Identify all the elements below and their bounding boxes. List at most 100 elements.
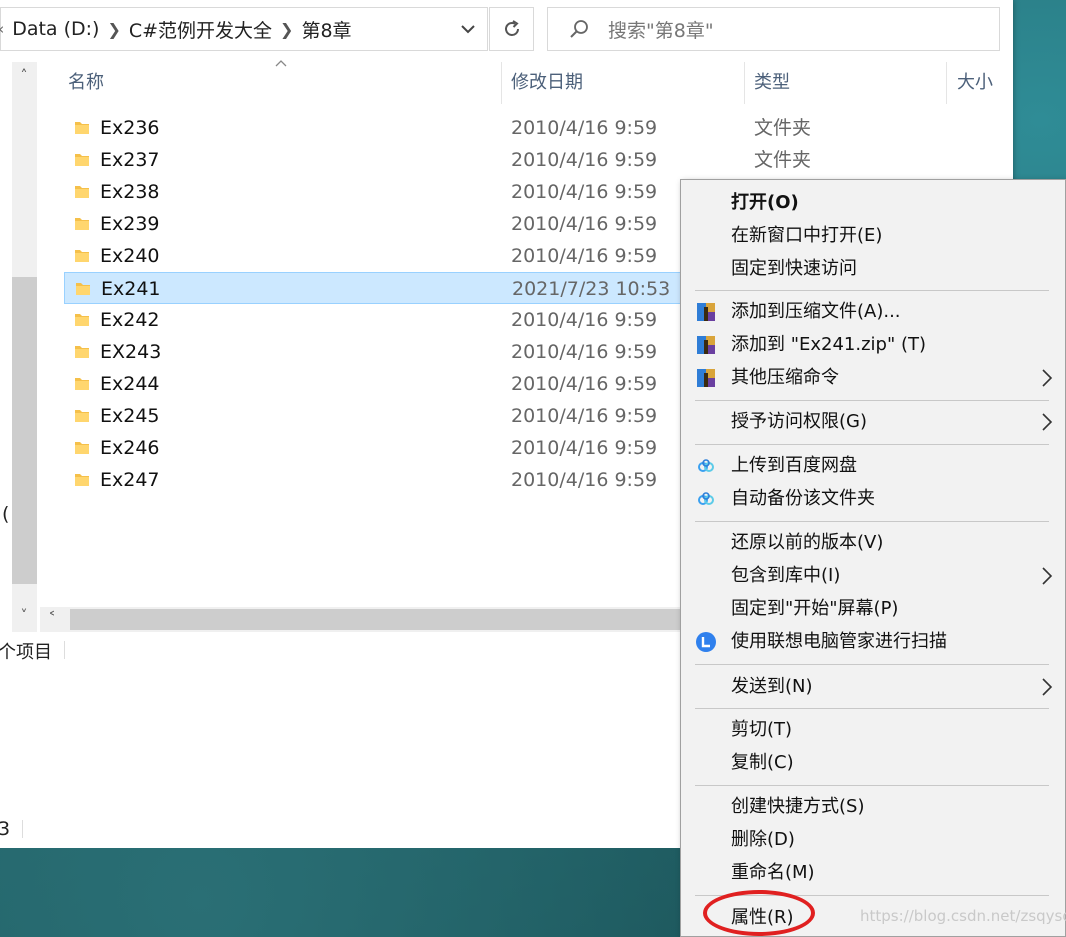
- menu-item[interactable]: 包含到库中(I): [681, 559, 1066, 592]
- menu-item-label: 其他压缩命令: [731, 367, 839, 388]
- status-divider: [22, 820, 23, 838]
- file-name: Ex244: [100, 373, 160, 395]
- menu-item-label: 创建快捷方式(S): [731, 796, 865, 817]
- menu-item-label: 打开(O): [731, 192, 799, 213]
- menu-separator: [695, 290, 1049, 291]
- menu-item[interactable]: 还原以前的版本(V): [681, 526, 1066, 559]
- context-menu: 打开(O) 在新窗口中打开(E) 固定到快速访问添加到压缩文件(A)... 添加到 "…: [680, 179, 1066, 937]
- column-divider[interactable]: [501, 62, 502, 104]
- menu-separator: [695, 444, 1049, 445]
- file-name: Ex238: [100, 181, 160, 203]
- menu-item[interactable]: 其他压缩命令: [681, 361, 1066, 394]
- file-type: 文件夹: [754, 117, 812, 139]
- file-name: Ex241: [101, 278, 161, 300]
- folder-icon: [73, 375, 91, 393]
- column-date[interactable]: 修改日期: [511, 62, 583, 104]
- menu-item[interactable]: 删除(D): [681, 823, 1066, 856]
- file-date: 2010/4/16 9:59: [511, 437, 658, 459]
- file-date: 2021/7/23 10:53: [512, 278, 671, 300]
- menu-item[interactable]: 剪切(T): [681, 713, 1066, 746]
- scroll-down-icon[interactable]: ˅: [16, 608, 32, 624]
- menu-separator: [695, 400, 1049, 401]
- menu-item[interactable]: 固定到"开始"屏幕(P): [681, 592, 1066, 625]
- menu-item[interactable]: 授予访问权限(G): [681, 405, 1066, 438]
- file-date: 2010/4/16 9:59: [511, 341, 658, 363]
- refresh-button[interactable]: [489, 7, 534, 51]
- file-date: 2010/4/16 9:59: [511, 373, 658, 395]
- status-divider: [64, 641, 65, 659]
- menu-item[interactable]: 重命名(M): [681, 856, 1066, 889]
- item-count: 个项目: [0, 642, 52, 663]
- menu-item[interactable]: 发送到(N): [681, 670, 1066, 703]
- folder-icon: [73, 183, 91, 201]
- highlight-circle: [703, 890, 815, 936]
- menu-item-label: 包含到库中(I): [731, 565, 841, 586]
- search-icon: [570, 20, 588, 38]
- file-date: 2010/4/16 9:59: [511, 405, 658, 427]
- menu-item[interactable]: 创建快捷方式(S): [681, 790, 1066, 823]
- folder-icon: [73, 119, 91, 137]
- file-type: 文件夹: [754, 149, 812, 171]
- column-divider[interactable]: [744, 62, 745, 104]
- menu-item[interactable]: 固定到快速访问: [681, 252, 1066, 285]
- column-header: 名称 修改日期 类型 大小: [40, 62, 1013, 104]
- file-date: 2010/4/16 9:59: [511, 245, 658, 267]
- vertical-scrollbar[interactable]: ˄ ˅: [12, 62, 37, 632]
- scroll-left-icon[interactable]: ˂: [48, 609, 56, 628]
- menu-item[interactable]: 使用联想电脑管家进行扫描: [681, 625, 1066, 658]
- chevron-right-icon: [1042, 678, 1053, 696]
- menu-item-label: 还原以前的版本(V): [731, 532, 884, 553]
- scrollbar-thumb[interactable]: [12, 277, 37, 584]
- menu-item-label: 重命名(M): [731, 862, 815, 883]
- scroll-up-icon[interactable]: ˄: [16, 68, 32, 84]
- menu-item-label: 复制(C): [731, 752, 794, 773]
- column-type[interactable]: 类型: [754, 62, 790, 104]
- winrar-icon: [695, 301, 717, 323]
- winrar-icon: [695, 367, 717, 389]
- address-prefix: «: [0, 20, 4, 38]
- chevron-right-icon: ❯: [280, 19, 294, 39]
- breadcrumb-current[interactable]: 第8章: [301, 16, 351, 43]
- chevron-right-icon: [1042, 369, 1053, 387]
- folder-icon: [73, 151, 91, 169]
- menu-item-label: 添加到 "Ex241.zip" (T): [731, 334, 927, 355]
- folder-icon: [73, 407, 91, 425]
- breadcrumb-drive[interactable]: Data (D:): [12, 18, 99, 40]
- menu-item-label: 删除(D): [731, 829, 795, 850]
- column-divider[interactable]: [946, 62, 947, 104]
- file-name: Ex247: [100, 469, 160, 491]
- watermark: https://blog.csdn.net/zsqysq: [860, 907, 1066, 925]
- menu-item[interactable]: 添加到 "Ex241.zip" (T): [681, 328, 1066, 361]
- refresh-icon: [504, 20, 519, 36]
- menu-item[interactable]: 在新窗口中打开(E): [681, 219, 1066, 252]
- menu-item[interactable]: 自动备份该文件夹: [681, 482, 1066, 515]
- file-row[interactable]: Ex237 2010/4/16 9:59 文件夹: [64, 144, 1013, 176]
- scrollbar-thumb[interactable]: [70, 609, 680, 630]
- file-date: 2010/4/16 9:59: [511, 309, 658, 331]
- chevron-right-icon: [1042, 413, 1053, 431]
- folder-icon: [73, 215, 91, 233]
- breadcrumb-folder[interactable]: C#范例开发大全: [129, 16, 272, 43]
- menu-item-label: 添加到压缩文件(A)...: [731, 301, 901, 322]
- menu-item[interactable]: 复制(C): [681, 746, 1066, 779]
- file-row[interactable]: Ex236 2010/4/16 9:59 文件夹: [64, 112, 1013, 144]
- menu-item-label: 固定到"开始"屏幕(P): [731, 598, 899, 619]
- chevron-right-icon: [1042, 567, 1053, 585]
- column-name[interactable]: 名称: [68, 62, 104, 104]
- menu-item[interactable]: 上传到百度网盘: [681, 449, 1066, 482]
- chevron-down-icon[interactable]: [459, 20, 477, 38]
- file-name: Ex245: [100, 405, 160, 427]
- folder-icon: [73, 439, 91, 457]
- menu-item[interactable]: 打开(O): [681, 186, 1066, 219]
- menu-item[interactable]: 添加到压缩文件(A)...: [681, 295, 1066, 328]
- column-size[interactable]: 大小: [957, 62, 993, 104]
- baidu-netdisk-icon: [695, 488, 717, 510]
- search-placeholder: 搜索"第8章": [608, 19, 714, 42]
- folder-icon: [73, 343, 91, 361]
- menu-item-label: 发送到(N): [731, 676, 813, 697]
- file-date: 2010/4/16 9:59: [511, 213, 658, 235]
- menu-item-label: 授予访问权限(G): [731, 411, 867, 432]
- address-bar[interactable]: « Data (D:) ❯ C#范例开发大全 ❯ 第8章: [0, 7, 488, 51]
- file-date: 2010/4/16 9:59: [511, 117, 658, 139]
- search-box[interactable]: 搜索"第8章": [547, 7, 1000, 51]
